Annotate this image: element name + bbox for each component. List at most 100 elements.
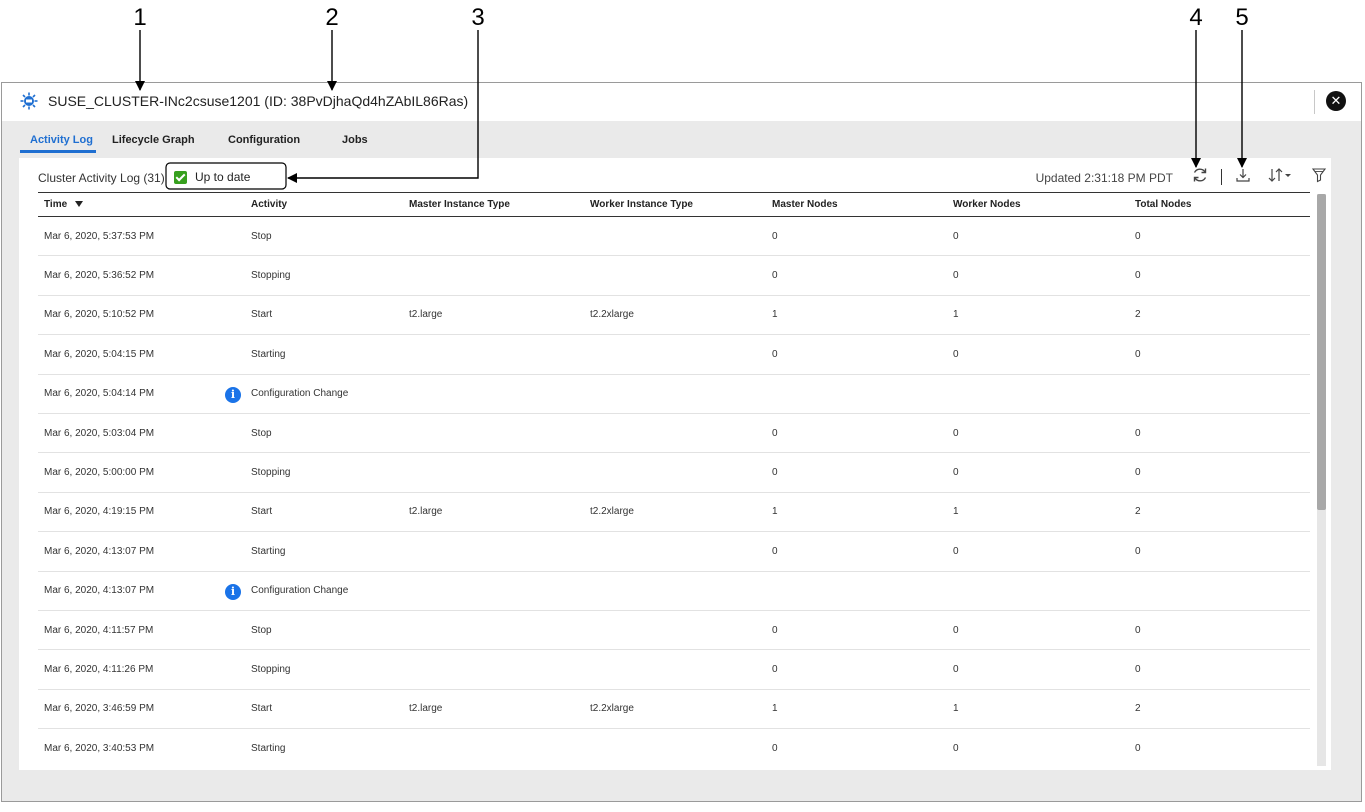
sort-desc-icon[interactable] (75, 201, 84, 208)
info-icon[interactable]: i (225, 583, 241, 600)
time-cell: Mar 6, 2020, 4:13:07 PM (38, 531, 245, 572)
master-instance-type-cell: t2.large (403, 492, 584, 533)
master-nodes-cell: 0 (766, 452, 947, 493)
worker-instance-type-cell (584, 413, 766, 454)
worker-nodes-cell: 0 (947, 531, 1129, 572)
table-row[interactable]: Mar 6, 2020, 5:00:00 PM Stopping 0 0 0 (38, 452, 1310, 493)
activity-label: Start (251, 703, 273, 715)
worker-nodes-cell: 0 (947, 610, 1129, 651)
worker-nodes-cell: 1 (947, 492, 1129, 533)
tab-lifecycle-graph[interactable]: Lifecycle Graph (102, 129, 208, 153)
table-row[interactable]: Mar 6, 2020, 4:11:57 PM Stop 0 0 0 (38, 610, 1310, 651)
tab-activity-log[interactable]: Activity Log (20, 129, 96, 153)
activity-cell: Starting (245, 728, 403, 766)
time-cell: Mar 6, 2020, 5:10:52 PM (38, 295, 245, 336)
activity-label: Stop (251, 230, 272, 242)
time-cell: Mar 6, 2020, 4:11:26 PM (38, 649, 245, 690)
master-instance-type-cell: t2.large (403, 295, 584, 336)
header-divider (1314, 90, 1315, 114)
activity-cell: i Configuration Change (225, 374, 403, 414)
worker-instance-type-cell (584, 374, 766, 414)
activity-label: Stop (251, 624, 272, 636)
dialog-header: SUSE_CLUSTER-INc2csuse1201 (ID: 38PvDjha… (2, 83, 1361, 121)
worker-nodes-cell: 0 (947, 334, 1129, 375)
column-header-master-nodes[interactable]: Master Nodes (766, 192, 947, 217)
tab-jobs[interactable]: Jobs (332, 129, 392, 153)
activity-label: Stopping (251, 467, 291, 479)
total-nodes-cell: 0 (1129, 216, 1310, 257)
activity-cell: Stopping (245, 649, 403, 690)
master-nodes-cell: 1 (766, 492, 947, 533)
info-icon[interactable]: i (225, 386, 241, 403)
column-header-total-nodes[interactable]: Total Nodes (1129, 192, 1310, 217)
filter-icon[interactable] (1309, 165, 1329, 185)
master-instance-type-cell (403, 728, 584, 766)
table-row[interactable]: Mar 6, 2020, 4:13:07 PM Starting 0 0 0 (38, 531, 1310, 572)
time-cell: Mar 6, 2020, 5:36:52 PM (38, 255, 245, 296)
column-header-time[interactable]: Time (38, 192, 245, 217)
activity-cell: Stop (245, 610, 403, 651)
activity-cell: Stop (245, 216, 403, 257)
download-icon[interactable] (1233, 165, 1253, 185)
activity-label: Start (251, 309, 273, 321)
table-row[interactable]: Mar 6, 2020, 4:19:15 PM Start t2.large t2.2… (38, 492, 1310, 533)
callout-3: 3 (471, 4, 485, 31)
scrollbar-thumb[interactable] (1317, 194, 1326, 510)
master-instance-type-cell (403, 531, 584, 572)
table-row[interactable]: Mar 6, 2020, 5:36:52 PM Stopping 0 0 0 (38, 255, 1310, 296)
total-nodes-cell: 2 (1129, 689, 1310, 730)
time-cell: Mar 6, 2020, 4:13:07 PM (38, 571, 245, 611)
time-cell: Mar 6, 2020, 5:04:14 PM (38, 374, 245, 414)
worker-instance-type-cell (584, 649, 766, 690)
activity-label: Stopping (251, 663, 291, 675)
column-header-worker-nodes[interactable]: Worker Nodes (947, 192, 1129, 217)
tab-configuration[interactable]: Configuration (218, 129, 318, 153)
worker-instance-type-cell (584, 255, 766, 296)
activity-cell: Stopping (245, 255, 403, 296)
total-nodes-cell: 0 (1129, 255, 1310, 296)
master-nodes-cell: 0 (766, 728, 947, 766)
master-nodes-cell: 0 (766, 255, 947, 296)
table-row[interactable]: Mar 6, 2020, 5:04:14 PM i Configuration Ch… (38, 374, 1310, 414)
total-nodes-cell: 2 (1129, 295, 1310, 336)
worker-nodes-cell: 1 (947, 689, 1129, 730)
table-row[interactable]: Mar 6, 2020, 5:04:15 PM Starting 0 0 0 (38, 334, 1310, 375)
table-row[interactable]: Mar 6, 2020, 4:13:07 PM i Configuration Ch… (38, 571, 1310, 611)
master-instance-type-cell (403, 334, 584, 375)
master-nodes-cell: 0 (766, 413, 947, 454)
callout-1: 1 (133, 4, 147, 31)
column-header-activity[interactable]: Activity (245, 192, 403, 217)
activity-table: Time Activity Master Instance Type Worke… (38, 192, 1310, 766)
time-cell: Mar 6, 2020, 3:40:53 PM (38, 728, 245, 766)
master-nodes-cell: 0 (766, 334, 947, 375)
updated-timestamp: Updated 2:31:18 PM PDT (1035, 171, 1173, 185)
worker-nodes-cell: 0 (947, 413, 1129, 454)
table-row[interactable]: Mar 6, 2020, 5:37:53 PM Stop 0 0 0 (38, 216, 1310, 257)
activity-cell: Stopping (245, 452, 403, 493)
vertical-scrollbar[interactable] (1317, 194, 1326, 766)
master-instance-type-cell (403, 610, 584, 651)
worker-nodes-cell (947, 571, 1129, 611)
table-row[interactable]: Mar 6, 2020, 5:10:52 PM Start t2.large t2.2… (38, 295, 1310, 336)
table-row[interactable]: Mar 6, 2020, 5:03:04 PM Stop 0 0 0 (38, 413, 1310, 454)
table-row[interactable]: Mar 6, 2020, 4:11:26 PM Stopping 0 0 0 (38, 649, 1310, 690)
refresh-icon[interactable] (1190, 165, 1210, 185)
tab-bar: Activity Log Lifecycle Graph Configurati… (20, 129, 392, 155)
table-row[interactable]: Mar 6, 2020, 3:46:59 PM Start t2.large t2.2… (38, 689, 1310, 730)
table-row[interactable]: Mar 6, 2020, 3:40:53 PM Starting 0 0 0 (38, 728, 1310, 766)
master-instance-type-cell (403, 649, 584, 690)
worker-instance-type-cell: t2.2xlarge (584, 689, 766, 730)
activity-cell: Starting (245, 334, 403, 375)
dialog-title: SUSE_CLUSTER-INc2csuse1201 (ID: 38PvDjha… (48, 93, 469, 109)
column-header-master-instance-type[interactable]: Master Instance Type (403, 192, 584, 217)
master-nodes-cell: 0 (766, 216, 947, 257)
total-nodes-cell: 2 (1129, 492, 1310, 533)
table-header-row: Time Activity Master Instance Type Worke… (38, 192, 1310, 217)
worker-nodes-cell: 0 (947, 728, 1129, 766)
column-header-worker-instance-type[interactable]: Worker Instance Type (584, 192, 766, 217)
close-icon[interactable]: ✕ (1326, 91, 1346, 111)
sort-icon[interactable] (1265, 165, 1295, 185)
master-instance-type-cell (403, 374, 584, 414)
callout-5: 5 (1235, 4, 1249, 31)
activity-label: Start (251, 506, 273, 518)
